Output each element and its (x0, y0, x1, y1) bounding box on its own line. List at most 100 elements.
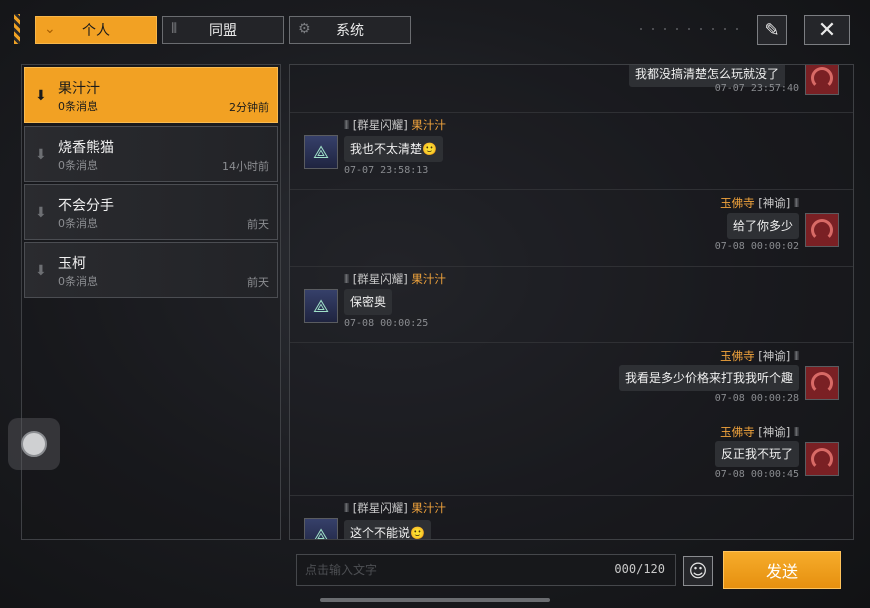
guild-emblem-icon: ⟁ (312, 141, 330, 163)
unread-count: 0条消息 (58, 159, 98, 172)
sender-name[interactable]: 果汁汁 (411, 118, 446, 132)
message-row: 玉佛寺 [神谕] ⦀ 反正我不玩了 07-08 00:00:45 (290, 424, 853, 494)
conversation-name: 玉柯 (58, 256, 86, 272)
emblem-icon (811, 448, 833, 470)
conversation-list: ⬇ 果汁汁 0条消息 2分钟前 ⬇ 烧香熊猫 0条消息 14小时前 ⬇ 不会分手… (21, 64, 281, 540)
message-time: 07-07 23:58:13 (344, 165, 429, 176)
alliance-tag: [群星闪耀] (352, 501, 408, 515)
alliance-icon: ⦀ (171, 21, 178, 37)
message-row: 玉佛寺 [神谕] ⦀ 给了你多少 07-08 00:00:02 (290, 195, 853, 265)
alliance-icon: ⦀ (344, 118, 350, 132)
avatar[interactable] (805, 366, 839, 400)
home-indicator[interactable] (320, 598, 550, 602)
avatar[interactable] (805, 442, 839, 476)
top-bar: ⌄ 个人 ⦀ 同盟 ⚙ 系统 ✎ ✕ (0, 0, 870, 58)
tab-label: 个人 (82, 23, 110, 39)
conversation-name: 烧香熊猫 (58, 140, 114, 156)
emblem-icon (811, 372, 833, 394)
emblem-icon (811, 67, 833, 89)
tab-label: 系统 (336, 23, 364, 39)
alliance-icon: ⦀ (344, 501, 350, 515)
alliance-tag: [神谕] (758, 349, 791, 363)
sender-name[interactable]: 果汁汁 (411, 501, 446, 515)
conversation-item[interactable]: ⬇ 果汁汁 0条消息 2分钟前 (24, 67, 278, 123)
message-header: 玉佛寺 [神谕] ⦀ (720, 195, 799, 211)
avatar[interactable]: ⟁ (304, 518, 338, 540)
assist-knob-icon (21, 431, 47, 457)
conversation-name: 不会分手 (58, 198, 114, 214)
unread-count: 0条消息 (58, 217, 98, 230)
avatar[interactable] (805, 65, 839, 95)
divider (290, 189, 853, 190)
chevron-down-icon: ⬇ (35, 88, 47, 104)
chevron-down-icon: ⬇ (35, 263, 47, 279)
message-header: 玉佛寺 [神谕] ⦀ (720, 348, 799, 364)
sender-name[interactable]: 玉佛寺 (720, 425, 755, 439)
tab-personal[interactable]: ⌄ 个人 (35, 16, 157, 44)
alliance-tag: [群星闪耀] (352, 272, 408, 286)
alliance-icon: ⦀ (344, 272, 350, 286)
sender-name[interactable]: 果汁汁 (411, 272, 446, 286)
gear-icon: ⚙ (298, 21, 311, 37)
chevron-down-icon: ⌄ (44, 21, 56, 37)
tab-label: 同盟 (209, 23, 237, 39)
message-bubble: 保密奥 (344, 289, 393, 315)
last-time: 前天 (247, 218, 269, 231)
chat-panel[interactable]: 我都没搞清楚怎么玩就没了 07-07 23:57:40 ⦀ [群星闪耀] 果汁汁… (289, 64, 854, 540)
decor-ticks (640, 28, 740, 30)
message-row: ⦀ [群星闪耀] 果汁汁 ⟁ 这个不能说🙂 (290, 500, 853, 540)
conversation-item[interactable]: ⬇ 不会分手 0条消息 前天 (24, 184, 278, 240)
conversation-name: 果汁汁 (58, 81, 100, 97)
tab-alliance[interactable]: ⦀ 同盟 (162, 16, 284, 44)
alliance-tag: [神谕] (758, 425, 791, 439)
avatar[interactable]: ⟁ (304, 289, 338, 323)
message-row: 玉佛寺 [神谕] ⦀ 我看是多少价格来打我我听个趣 07-08 00:00:28 (290, 348, 853, 418)
guild-emblem-icon: ⟁ (312, 295, 330, 317)
message-input-bar: 000/120 (296, 554, 676, 586)
divider (290, 266, 853, 267)
smiley-icon: ☺ (688, 560, 708, 582)
sender-name[interactable]: 玉佛寺 (720, 196, 755, 210)
last-time: 14小时前 (222, 160, 269, 173)
hazard-stripe (14, 14, 20, 44)
message-row: 我都没搞清楚怎么玩就没了 07-07 23:57:40 (290, 65, 853, 111)
divider (290, 342, 853, 343)
floating-assist-button[interactable] (8, 418, 60, 470)
avatar[interactable]: ⟁ (304, 135, 338, 169)
message-header: ⦀ [群星闪耀] 果汁汁 (344, 117, 446, 133)
alliance-icon: ⦀ (793, 425, 799, 439)
message-bubble: 给了你多少 (726, 213, 799, 239)
alliance-tag: [群星闪耀] (352, 118, 408, 132)
avatar[interactable] (805, 213, 839, 247)
send-button[interactable]: 发送 (723, 551, 841, 589)
close-icon: ✕ (817, 17, 837, 43)
message-input[interactable] (297, 555, 597, 585)
message-row: ⦀ [群星闪耀] 果汁汁 ⟁ 保密奥 07-08 00:00:25 (290, 271, 853, 341)
pencil-icon: ✎ (764, 19, 780, 41)
divider (290, 112, 853, 113)
sender-name[interactable]: 玉佛寺 (720, 349, 755, 363)
message-bubble: 反正我不玩了 (714, 441, 799, 467)
message-time: 07-08 00:00:02 (714, 241, 799, 252)
message-time: 07-08 00:00:28 (714, 393, 799, 404)
last-time: 前天 (247, 276, 269, 289)
close-button[interactable]: ✕ (804, 15, 850, 45)
alliance-icon: ⦀ (793, 349, 799, 363)
emoji-button[interactable]: ☺ (683, 556, 713, 586)
message-header: 玉佛寺 [神谕] ⦀ (720, 424, 799, 440)
unread-count: 0条消息 (58, 275, 98, 288)
tab-system[interactable]: ⚙ 系统 (289, 16, 411, 44)
conversation-item[interactable]: ⬇ 烧香熊猫 0条消息 14小时前 (24, 126, 278, 182)
conversation-item[interactable]: ⬇ 玉柯 0条消息 前天 (24, 242, 278, 298)
edit-button[interactable]: ✎ (757, 15, 787, 45)
message-bubble: 我看是多少价格来打我我听个趣 (618, 365, 799, 391)
alliance-tag: [神谕] (758, 196, 791, 210)
message-bubble: 这个不能说🙂 (344, 520, 431, 539)
message-time: 07-08 00:00:45 (714, 469, 799, 480)
message-bubble: 我也不太清楚🙂 (344, 136, 443, 162)
guild-emblem-icon: ⟁ (312, 524, 330, 540)
alliance-icon: ⦀ (793, 196, 799, 210)
divider (290, 495, 853, 496)
message-time: 07-07 23:57:40 (714, 83, 799, 94)
character-counter: 000/120 (614, 562, 665, 576)
